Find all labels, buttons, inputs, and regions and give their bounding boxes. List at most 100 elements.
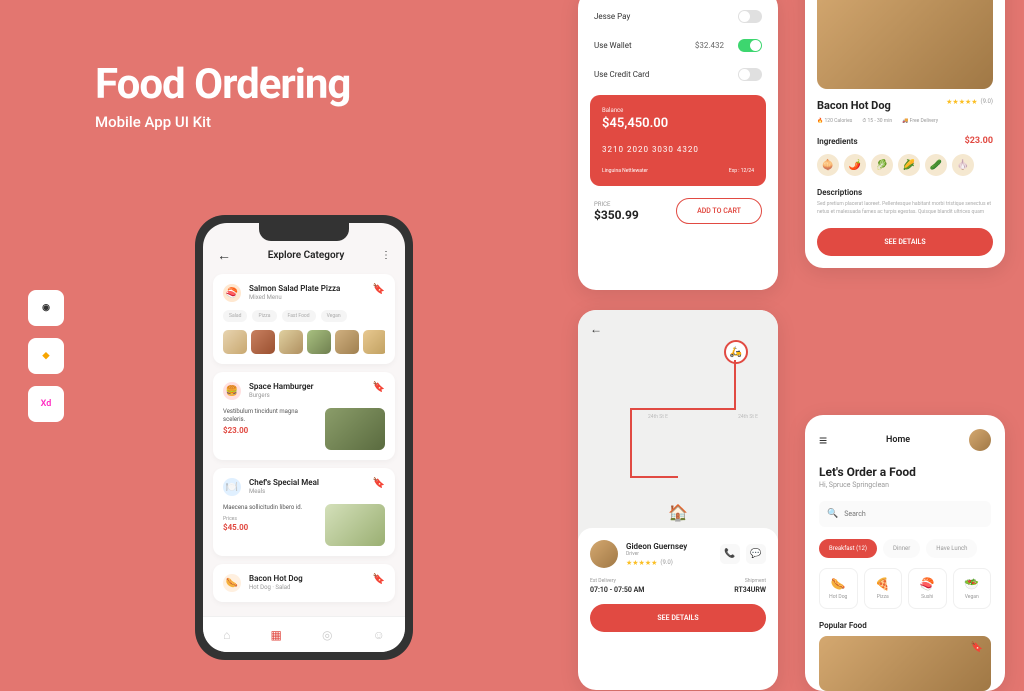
add-to-cart-button[interactable]: ADD TO CART	[676, 198, 762, 224]
star-rating-icon: ★★★★★	[626, 559, 657, 567]
bookmark-icon[interactable]: 🔖	[373, 382, 385, 393]
vegan-icon: 🥗	[958, 577, 987, 591]
tool-badges: ◉ ◆ Xd	[28, 290, 64, 422]
see-details-button[interactable]: SEE DETAILS	[590, 604, 766, 632]
payment-option-label: Use Credit Card	[594, 70, 649, 79]
bookmark-icon[interactable]: 🔖	[971, 642, 983, 653]
popular-food-image[interactable]: 🔖	[819, 636, 991, 691]
details-screen: ← Food Details ⋮ Bacon Hot Dog ★★★★★ (9.…	[805, 0, 1005, 268]
see-details-button[interactable]: SEE DETAILS	[817, 228, 993, 256]
filter-pill[interactable]: Dinner	[883, 539, 920, 558]
food-image	[325, 504, 385, 546]
food-hero-image	[817, 0, 993, 89]
credit-card[interactable]: Balance $45,450.00 3210 2020 3030 4320 L…	[590, 95, 766, 186]
sketch-icon: ◆	[28, 338, 64, 374]
back-icon[interactable]: ←	[590, 322, 602, 336]
street-label: 24th St E	[648, 414, 668, 420]
search-icon: 🔍	[827, 509, 838, 519]
balance-label: Balance	[602, 107, 754, 114]
driver-avatar[interactable]	[590, 540, 618, 568]
food-card: 🍣 Salmon Salad Plate Pizza Mixed Menu 🔖 …	[213, 274, 395, 364]
user-avatar[interactable]	[969, 429, 991, 451]
star-rating-icon: ★★★★★	[946, 98, 977, 106]
street-label: 24th St E	[738, 414, 758, 420]
est-delivery-label: Est Delivery	[590, 578, 644, 584]
tag[interactable]: Fast Food	[282, 310, 316, 322]
payment-screen: Jesse Pay Use Wallet $32.432 Use Credit …	[578, 0, 778, 290]
card-number: 3210 2020 3030 4320	[602, 145, 754, 154]
food-thumb[interactable]	[223, 330, 247, 354]
tag[interactable]: Pizza	[252, 310, 276, 322]
nav-home-icon[interactable]: ⌂	[223, 628, 230, 642]
ingredient-item[interactable]: 🥒	[925, 154, 947, 176]
bookmark-icon[interactable]: 🔖	[373, 478, 385, 489]
bookmark-icon[interactable]: 🔖	[373, 284, 385, 295]
payment-option-label: Jesse Pay	[594, 12, 630, 21]
price-label: PRICE	[594, 201, 639, 208]
balance-value: $45,450.00	[602, 116, 754, 131]
toggle[interactable]	[738, 68, 762, 81]
phone-mockup: ← Explore Category ⋮ 🍣 Salmon Salad Plat…	[195, 215, 413, 660]
food-thumb[interactable]	[279, 330, 303, 354]
category-box[interactable]: 🍕Pizza	[864, 568, 903, 609]
nav-location-icon[interactable]: ◎	[322, 628, 332, 642]
destination-pin-icon[interactable]: 🏠	[668, 503, 688, 522]
toggle[interactable]	[738, 39, 762, 52]
nav-calendar-icon[interactable]: ▦	[270, 628, 281, 642]
food-icon: 🍔	[223, 382, 241, 400]
tag[interactable]: Salad	[223, 310, 247, 322]
main-title: Food Ordering	[95, 60, 350, 109]
ingredient-item[interactable]: 🌽	[898, 154, 920, 176]
card-title: Space Hamburger	[249, 382, 314, 391]
bookmark-icon[interactable]: 🔖	[373, 574, 385, 585]
food-icon: 🍣	[223, 284, 241, 302]
rating-value: (9.0)	[981, 98, 993, 105]
nav-profile-icon[interactable]: ☺	[373, 628, 385, 642]
price-value: $350.99	[594, 208, 639, 222]
card-title: Chef's Special Meal	[249, 478, 319, 487]
home-screen: ≡ Home Let's Order a Food Hi, Spruce Spr…	[805, 415, 1005, 691]
card-description: Maecena sollicitudin libero id.	[223, 504, 317, 512]
popular-food-label: Popular Food	[819, 621, 991, 630]
category-box[interactable]: 🍣Sushi	[908, 568, 947, 609]
greeting: Let's Order a Food	[819, 465, 991, 479]
ingredient-item[interactable]: 🌶️	[844, 154, 866, 176]
calories-info: 🔥 120 Calories	[817, 118, 852, 124]
hamburger-icon[interactable]: ≡	[819, 432, 827, 449]
card-expiry: Exp : 12/24	[729, 168, 754, 174]
call-icon[interactable]: 📞	[720, 544, 740, 564]
food-thumb[interactable]	[363, 330, 385, 354]
filter-pill[interactable]: Have Lunch	[926, 539, 977, 558]
price-label: Prices	[223, 516, 317, 522]
food-thumb[interactable]	[335, 330, 359, 354]
screen-title: Home	[886, 435, 910, 445]
ingredient-item[interactable]: 🥬	[871, 154, 893, 176]
food-thumb[interactable]	[251, 330, 275, 354]
toggle[interactable]	[738, 10, 762, 23]
driver-pin-icon[interactable]: 🛵	[724, 340, 748, 364]
rating-value: (9.0)	[660, 559, 672, 566]
chat-icon[interactable]: 💬	[746, 544, 766, 564]
search-input[interactable]: 🔍	[819, 501, 991, 527]
food-name: Bacon Hot Dog	[817, 99, 891, 112]
hotdog-icon: 🌭	[824, 577, 853, 591]
tag[interactable]: Vegan	[321, 310, 347, 322]
description-text: Sed pretium placerat laoreet. Pellentesq…	[817, 201, 993, 216]
map[interactable]: ← 🛵 🏠 24th St E 24th St E	[578, 310, 778, 540]
ingredient-item[interactable]: 🧅	[817, 154, 839, 176]
menu-icon[interactable]: ⋮	[381, 250, 391, 261]
map-screen: ← 🛵 🏠 24th St E 24th St E Gideon Guernse…	[578, 310, 778, 690]
category-box[interactable]: 🌭Hot Dog	[819, 568, 858, 609]
ingredients-label: Ingredients	[817, 137, 858, 146]
hero-title-block: Food Ordering Mobile App UI Kit	[95, 60, 350, 131]
food-card: 🌭 Bacon Hot Dog Hot Dog · Salad 🔖	[213, 564, 395, 602]
back-icon[interactable]: ←	[217, 247, 231, 264]
category-box[interactable]: 🥗Vegan	[953, 568, 992, 609]
ingredient-item[interactable]: 🧄	[952, 154, 974, 176]
delivery-info: 🚚 Free Delivery	[902, 118, 938, 124]
filter-pill[interactable]: Breakfast (12)	[819, 539, 877, 558]
card-subtitle: Meals	[249, 488, 319, 495]
food-icon: 🍽️	[223, 478, 241, 496]
search-field[interactable]	[844, 510, 983, 518]
food-thumb[interactable]	[307, 330, 331, 354]
